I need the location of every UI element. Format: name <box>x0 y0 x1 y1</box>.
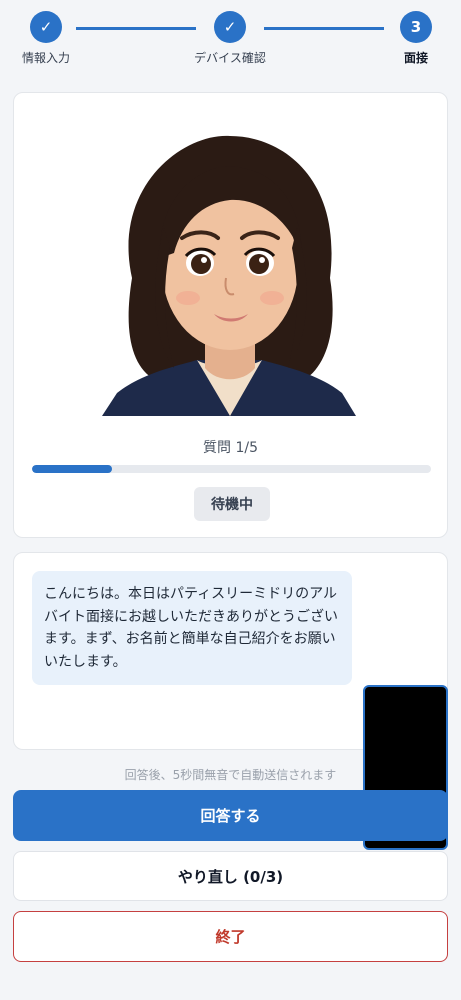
interviewer-message: こんにちは。本日はパティスリーミドリのアルバイト面接にお越しいただきありがとうご… <box>32 571 352 685</box>
retry-button[interactable]: やり直し (0/3) <box>13 851 448 901</box>
interviewer-card: 質問 1/5 待機中 <box>13 92 448 538</box>
avatar-illustration <box>102 135 356 416</box>
question-progress-bar <box>32 465 431 473</box>
step-2-label: デバイス確認 <box>194 51 266 65</box>
interviewer-avatar <box>102 128 356 416</box>
question-progress-fill <box>32 465 112 473</box>
auto-send-hint: 回答後、5秒間無音で自動送信されます <box>124 768 337 782</box>
question-counter: 質問 1/5 <box>203 440 258 456</box>
step-2-check-icon: ✓ <box>214 11 246 43</box>
status-badge: 待機中 <box>194 487 270 521</box>
step-3-label: 面接 <box>403 51 429 65</box>
step-connector-2 <box>264 27 384 30</box>
step-1-check-icon: ✓ <box>30 11 62 43</box>
end-button[interactable]: 終了 <box>13 911 448 962</box>
step-connector-1 <box>76 27 196 30</box>
step-3-number: 3 <box>400 11 432 43</box>
progress-stepper: ✓ ✓ 3 情報入力 デバイス確認 面接 <box>0 0 461 80</box>
answer-button[interactable]: 回答する <box>13 790 448 841</box>
step-1-label: 情報入力 <box>21 51 71 65</box>
